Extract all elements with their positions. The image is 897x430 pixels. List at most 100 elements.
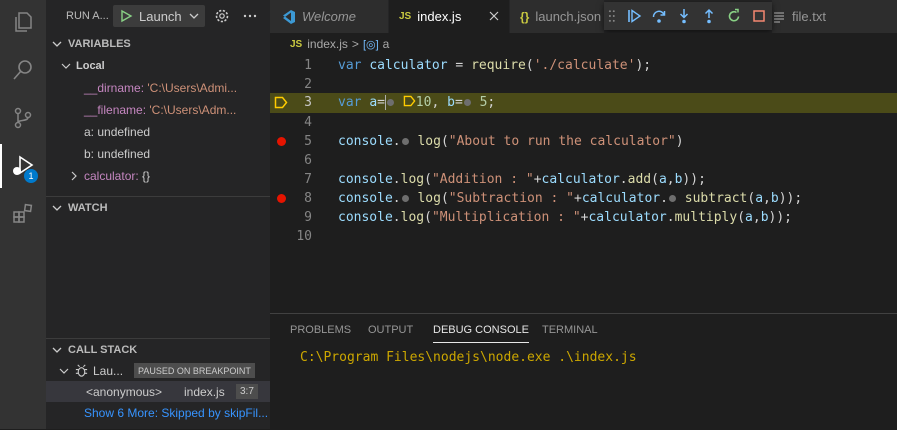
variable-row[interactable]: __dirname: 'C:\Users\Admi... (46, 77, 270, 99)
line-number[interactable]: 3 (270, 93, 312, 112)
variable-name: __dirname: (84, 81, 145, 95)
source-control-button[interactable] (0, 96, 46, 140)
more-actions-icon[interactable] (242, 8, 258, 24)
extensions-button[interactable] (0, 192, 46, 236)
variable-row[interactable]: b: undefined (46, 143, 270, 165)
tab-file-txt[interactable]: file.txt (772, 0, 897, 33)
code-text: var a= 10, b= 5; (338, 95, 496, 110)
code-text: console. log("Subtraction : "+calculator… (338, 191, 803, 206)
callstack-section-header[interactable]: CALL STACK (46, 338, 270, 361)
variable-row[interactable]: __filename: 'C:\Users\Adm... (46, 99, 270, 121)
run-debug-title: RUN A... (66, 10, 109, 22)
variable-name: __filename: (84, 103, 147, 117)
watch-section-header[interactable]: WATCH (46, 196, 270, 219)
tab-launch-json[interactable]: {} launch.json (510, 0, 604, 33)
chevron-down-icon (61, 63, 71, 69)
restart-button[interactable] (722, 6, 747, 26)
step-into-icon (680, 9, 689, 24)
tab-debug-console[interactable]: DEBUG CONSOLE (433, 324, 529, 343)
code-text: console.log("Multiplication : "+calculat… (338, 210, 793, 225)
code-editor[interactable]: 1 var calculator = require('./calculate'… (270, 55, 897, 313)
variable-value: 'C:\Users\Admi... (147, 81, 238, 95)
callstack-frame[interactable]: <anonymous> index.js 3:7 (46, 381, 270, 402)
gear-icon[interactable] (214, 8, 230, 24)
chevron-down-icon (52, 205, 62, 211)
code-line: 1 var calculator = require('./calculate'… (270, 56, 897, 75)
inline-breakpoint-icon (401, 138, 409, 145)
callstack-thread[interactable]: Lau... PAUSED ON BREAKPOINT (46, 360, 270, 381)
show-more-frames-link[interactable]: Show 6 More: Skipped by skipFil... (46, 402, 270, 424)
variable-row[interactable]: calculator: {} (46, 165, 270, 187)
paused-status-badge: PAUSED ON BREAKPOINT (134, 363, 255, 378)
callstack-thread-name: Lau... (93, 364, 124, 378)
breadcrumb-file[interactable]: index.js (307, 37, 348, 51)
start-debugging-icon[interactable] (119, 9, 133, 23)
search-button[interactable] (0, 48, 46, 92)
variable-row[interactable]: a: undefined (46, 121, 270, 143)
code-text: console. log("About to run the calculato… (338, 134, 684, 149)
explorer-icon (15, 12, 32, 32)
continue-button[interactable] (622, 6, 647, 26)
step-over-icon (653, 10, 666, 23)
local-scope[interactable]: Local (46, 55, 270, 77)
line-number[interactable]: 8 (270, 189, 312, 208)
inline-breakpoint-icon (668, 195, 676, 202)
variable-name: b: (84, 147, 95, 161)
stop-button[interactable] (747, 6, 772, 26)
step-into-button[interactable] (672, 6, 697, 26)
line-number[interactable]: 6 (270, 151, 312, 170)
callstack-frame-position: 3:7 (236, 384, 258, 399)
line-number[interactable]: 4 (270, 113, 312, 132)
line-number[interactable]: 1 (270, 56, 312, 75)
js-file-icon: JS (290, 38, 303, 50)
callstack-frame-file: index.js (184, 385, 225, 399)
inline-breakpoint-icon (386, 99, 394, 106)
run-debug-header: RUN A... Launch (46, 0, 270, 33)
close-icon[interactable] (487, 9, 501, 23)
line-number[interactable]: 7 (270, 170, 312, 189)
breadcrumb-symbol[interactable]: a (383, 37, 390, 51)
variable-value: undefined (97, 147, 151, 161)
launch-config-select[interactable]: Launch (113, 5, 205, 27)
line-number[interactable]: 10 (270, 227, 312, 246)
variables-section-header[interactable]: VARIABLES (46, 33, 270, 55)
tab-label: launch.json (535, 9, 602, 24)
tab-output[interactable]: OUTPUT (368, 324, 413, 336)
tab-welcome[interactable]: Welcome (270, 0, 388, 33)
continue-icon (628, 9, 642, 23)
run-debug-button[interactable]: 1 (0, 144, 46, 188)
tab-terminal[interactable]: TERMINAL (542, 324, 598, 336)
inline-breakpoint-icon (401, 195, 409, 202)
line-number[interactable]: 2 (270, 75, 312, 94)
tab-problems[interactable]: PROBLEMS (290, 324, 351, 336)
line-number[interactable]: 9 (270, 208, 312, 227)
explorer-button[interactable] (0, 0, 46, 44)
variable-value: undefined (97, 125, 151, 139)
chevron-down-icon (189, 13, 199, 19)
code-line: 8 console. log("Subtraction : "+calculat… (270, 189, 897, 208)
tab-label: file.txt (792, 9, 826, 24)
chevron-down-icon (52, 41, 62, 47)
source-control-icon (14, 107, 32, 129)
code-line: 7 console.log("Addition : "+calculator.a… (270, 170, 897, 189)
bug-icon (75, 364, 88, 377)
tab-index-js[interactable]: JS index.js (389, 0, 509, 33)
show-more-frames-label: Show 6 More: Skipped by skipFil... (84, 406, 269, 420)
step-over-button[interactable] (647, 6, 672, 26)
code-line: 6 (270, 151, 897, 170)
local-scope-label: Local (76, 60, 105, 72)
current-execution-line: 3 var a= 10, b= 5; (270, 93, 897, 113)
line-number[interactable]: 5 (270, 132, 312, 151)
code-line: 9 console.log("Multiplication : "+calcul… (270, 208, 897, 227)
debug-toolbar (604, 2, 772, 30)
chevron-down-icon (52, 347, 62, 353)
step-out-button[interactable] (697, 6, 722, 26)
drag-handle-icon[interactable] (608, 8, 616, 24)
js-file-icon: JS (399, 11, 412, 22)
breadcrumb-separator: > (351, 37, 359, 51)
editor-tab-bar: Welcome JS index.js {} launch.json file.… (270, 0, 897, 33)
watch-title: WATCH (68, 202, 108, 214)
code-line: 4 (270, 113, 897, 132)
variables-title: VARIABLES (68, 38, 131, 50)
variable-name: calculator: (84, 169, 139, 183)
